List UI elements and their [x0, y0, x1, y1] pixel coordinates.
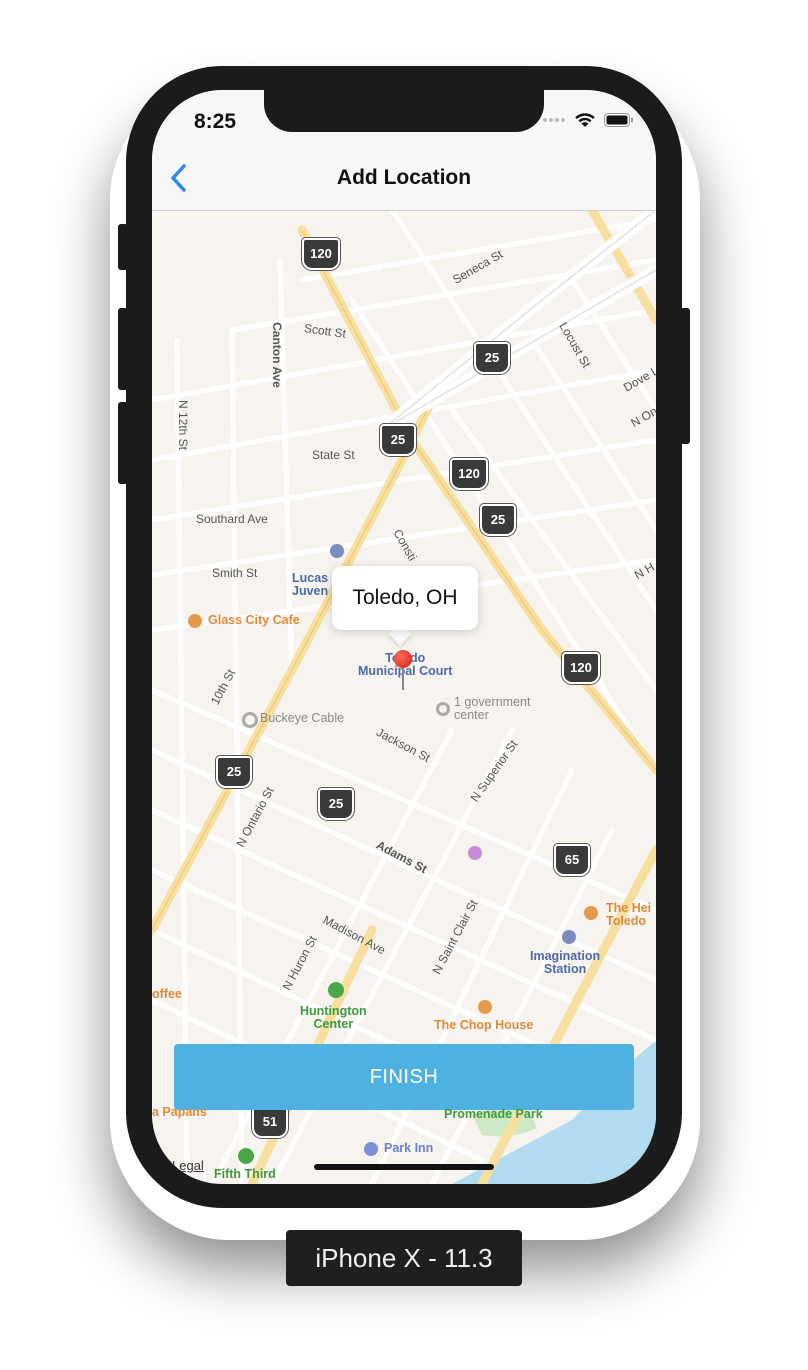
- street-label-n-12th-st: N 12th St: [176, 399, 191, 451]
- route-shield-120: 120: [450, 458, 488, 490]
- poi-promenade-park[interactable]: Promenade Park: [444, 1108, 543, 1121]
- restaurant-icon: [584, 906, 598, 920]
- pin-location-icon: [436, 702, 450, 716]
- route-shield-120: 120: [302, 238, 340, 270]
- home-indicator[interactable]: [314, 1164, 494, 1170]
- finish-button[interactable]: FINISH: [174, 1044, 634, 1110]
- courthouse-icon: [330, 544, 344, 558]
- route-shield-120: 120: [562, 652, 600, 684]
- route-shield-51: 51: [252, 1106, 288, 1138]
- route-shield-25: 25: [380, 424, 416, 456]
- hotel-icon: [364, 1142, 378, 1156]
- street-label-canton-ave: Canton Ave: [269, 322, 284, 388]
- poi-one-government-center[interactable]: 1 government center: [454, 696, 530, 722]
- restaurant-icon: [478, 1000, 492, 1014]
- status-icons: [542, 112, 634, 128]
- device-label: iPhone X - 11.3: [286, 1230, 522, 1286]
- location-callout[interactable]: Toledo, OH: [332, 566, 478, 630]
- cellular-signal-icon: [543, 118, 565, 122]
- device-screen: 8:25 Add Location Scott St Seneca St Can…: [152, 90, 656, 1184]
- page-title: Add Location: [336, 166, 472, 189]
- poi-huntington-center[interactable]: Huntington Center: [300, 1005, 367, 1031]
- poi-papas[interactable]: a Papans: [152, 1106, 207, 1119]
- arena-icon: [238, 1148, 254, 1164]
- map-view[interactable]: Scott St Seneca St Canton Ave Locust St …: [152, 210, 656, 1184]
- wifi-icon: [575, 113, 595, 127]
- navigation-bar: Add Location: [152, 148, 656, 211]
- route-shield-25: 25: [216, 756, 252, 788]
- route-shield-65: 65: [554, 844, 590, 876]
- street-label-state-st: State St: [312, 448, 355, 462]
- poi-imagination-station[interactable]: Imagination Station: [530, 950, 600, 976]
- cafe-icon: [188, 614, 202, 628]
- museum-icon: [562, 930, 576, 944]
- status-time: 8:25: [194, 110, 237, 133]
- map-pin-icon[interactable]: [394, 650, 412, 668]
- poi-the-chop-house[interactable]: The Chop House: [434, 1019, 533, 1032]
- poi-coffee[interactable]: offee: [152, 988, 182, 1001]
- pin-needle: [402, 666, 404, 690]
- route-shield-25: 25: [318, 788, 354, 820]
- device-notch: [264, 90, 544, 132]
- street-label-smith-st: Smith St: [212, 566, 258, 580]
- poi-the-heights-toledo[interactable]: The Hei Toledo: [606, 902, 651, 928]
- route-shield-25: 25: [480, 504, 516, 536]
- street-label-southard-ave: Southard Ave: [196, 512, 268, 526]
- poi-glass-city-cafe[interactable]: Glass City Cafe: [208, 614, 300, 627]
- poi-fifth-third[interactable]: Fifth Third: [214, 1168, 276, 1181]
- theater-icon: [468, 846, 482, 860]
- pin-location-icon: [242, 712, 258, 728]
- arena-icon: [328, 982, 344, 998]
- legal-link[interactable]: Legal: [172, 1158, 204, 1173]
- route-shield-25: 25: [474, 342, 510, 374]
- battery-icon: [604, 113, 633, 127]
- poi-park-inn[interactable]: Park Inn: [384, 1142, 433, 1155]
- poi-buckeye-cable[interactable]: Buckeye Cable: [260, 712, 344, 725]
